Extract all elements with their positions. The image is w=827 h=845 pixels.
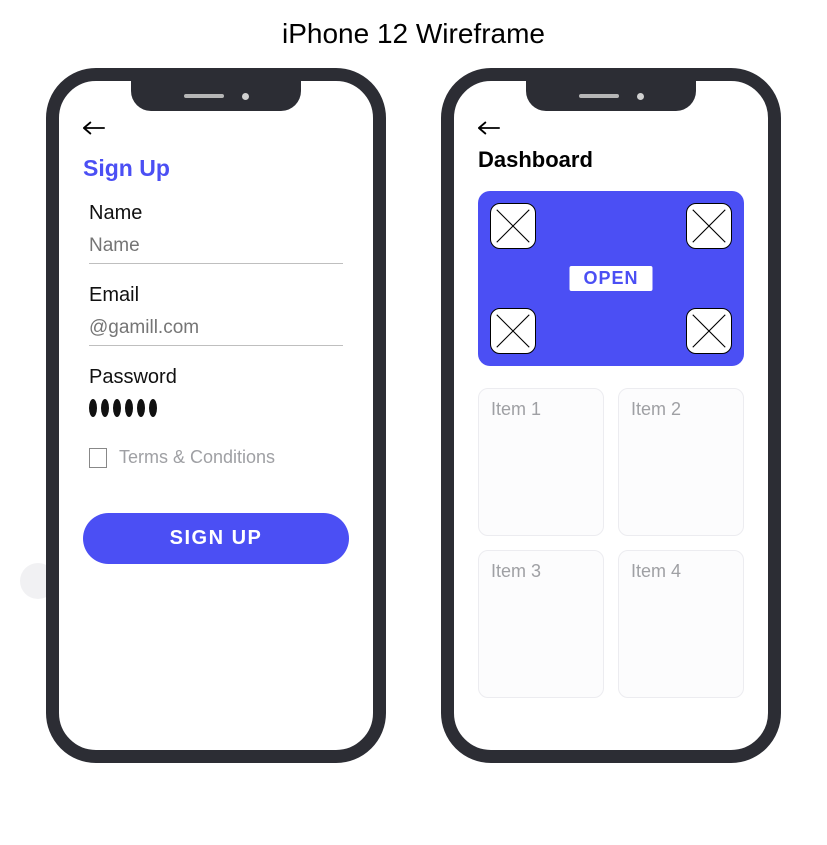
password-label: Password — [89, 366, 343, 389]
screen-dashboard: Dashboard OPEN Item 1 — [454, 81, 768, 750]
item-grid: Item 1 Item 2 Item 3 Item 4 — [478, 388, 744, 698]
item-card-label: Item 3 — [491, 561, 591, 582]
email-input[interactable] — [89, 313, 343, 346]
image-placeholder-icon — [686, 203, 732, 249]
email-label: Email — [89, 284, 343, 307]
hero-card[interactable]: OPEN — [478, 191, 744, 366]
phone-frame-dashboard: Dashboard OPEN Item 1 — [441, 68, 781, 763]
password-input[interactable] — [89, 395, 343, 425]
field-email: Email — [83, 284, 349, 346]
back-arrow-icon[interactable] — [83, 121, 105, 135]
image-placeholder-icon — [490, 203, 536, 249]
page-title: iPhone 12 Wireframe — [0, 18, 827, 50]
terms-row: Terms & Conditions — [83, 447, 349, 468]
item-card-label: Item 4 — [631, 561, 731, 582]
item-card-label: Item 2 — [631, 399, 731, 420]
signup-button[interactable]: SIGN UP — [83, 513, 349, 564]
field-password: Password — [83, 366, 349, 425]
open-badge[interactable]: OPEN — [569, 266, 652, 291]
phone-frame-signup: Sign Up Name Email Password Ter — [46, 68, 386, 763]
item-card-label: Item 1 — [491, 399, 591, 420]
dashboard-heading: Dashboard — [478, 147, 744, 173]
item-card-2[interactable]: Item 2 — [618, 388, 744, 536]
signup-heading: Sign Up — [83, 155, 349, 182]
item-card-3[interactable]: Item 3 — [478, 550, 604, 698]
item-card-1[interactable]: Item 1 — [478, 388, 604, 536]
screen-signup: Sign Up Name Email Password Ter — [59, 81, 373, 750]
image-placeholder-icon — [686, 308, 732, 354]
phone-row: Sign Up Name Email Password Ter — [0, 68, 827, 763]
item-card-4[interactable]: Item 4 — [618, 550, 744, 698]
terms-checkbox[interactable] — [89, 448, 107, 468]
name-label: Name — [89, 202, 343, 225]
field-name: Name — [83, 202, 349, 264]
image-placeholder-icon — [490, 308, 536, 354]
terms-label: Terms & Conditions — [119, 447, 275, 468]
back-arrow-icon[interactable] — [478, 121, 500, 135]
name-input[interactable] — [89, 231, 343, 264]
